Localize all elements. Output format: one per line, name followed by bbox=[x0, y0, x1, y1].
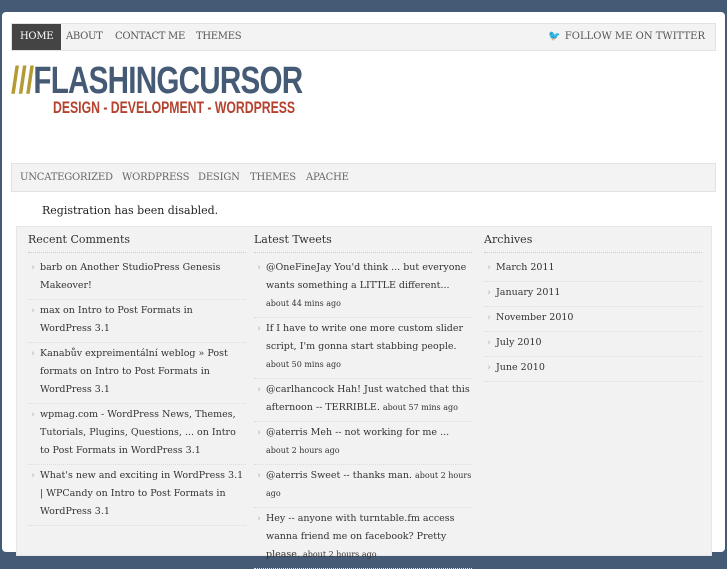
widget-area: Recent Comments barb on Another StudioPr… bbox=[16, 226, 712, 569]
cat-wordpress[interactable]: WORDPRESS bbox=[122, 164, 190, 191]
comment-item[interactable]: barb on Another StudioPress Genesis Make… bbox=[28, 257, 246, 300]
archives-widget: Archives March 2011 January 2011 Novembe… bbox=[484, 227, 702, 382]
widget-title: Archives bbox=[484, 227, 702, 253]
tweet-text: @aterris Meh -- not working for me ... bbox=[266, 427, 450, 438]
site-logo[interactable]: ///FLASHINGCURSOR DESIGN - DEVELOPMENT -… bbox=[11, 60, 385, 117]
archive-item[interactable]: June 2010 bbox=[484, 357, 702, 382]
nav-themes[interactable]: THEMES bbox=[196, 24, 242, 50]
tweet-time[interactable]: about 50 mins ago bbox=[266, 360, 341, 369]
recent-comments-widget: Recent Comments barb on Another StudioPr… bbox=[28, 227, 246, 526]
cat-design[interactable]: DESIGN bbox=[198, 164, 240, 191]
tweet-item[interactable]: Hey -- anyone with turntable.fm access w… bbox=[254, 508, 472, 569]
registration-message: Registration has been disabled. bbox=[42, 204, 219, 217]
tweet-text: @OneFineJay You'd think ... but everyone… bbox=[266, 262, 467, 291]
twitter-label: FOLLOW ME ON TWITTER bbox=[564, 31, 705, 42]
archive-item[interactable]: March 2011 bbox=[484, 257, 702, 282]
nav-home[interactable]: HOME bbox=[12, 24, 62, 50]
logo-slashes: /// bbox=[11, 60, 34, 102]
cat-themes[interactable]: THEMES bbox=[250, 164, 296, 191]
tweet-text: If I have to write one more custom slide… bbox=[266, 323, 464, 352]
tweet-item[interactable]: @OneFineJay You'd think ... but everyone… bbox=[254, 257, 472, 318]
archive-item[interactable]: July 2010 bbox=[484, 332, 702, 357]
top-nav: HOME ABOUT CONTACT ME THEMES 🐦 FOLLOW ME … bbox=[11, 23, 716, 51]
twitter-bird-icon: 🐦 bbox=[548, 31, 561, 42]
tweet-item[interactable]: @aterris Sweet -- thanks man. about 2 ho… bbox=[254, 465, 472, 508]
cat-apache[interactable]: APACHE bbox=[306, 164, 349, 191]
tweet-item[interactable]: @aterris Meh -- not working for me ... a… bbox=[254, 422, 472, 465]
comment-item[interactable]: What's new and exciting in WordPress 3.1… bbox=[28, 465, 246, 526]
category-nav: UNCATEGORIZED WORDPRESS DESIGN THEMES AP… bbox=[11, 163, 716, 192]
archive-item[interactable]: January 2011 bbox=[484, 282, 702, 307]
comment-item[interactable]: max on Intro to Post Formats in WordPres… bbox=[28, 300, 246, 343]
page: HOME ABOUT CONTACT ME THEMES 🐦 FOLLOW ME … bbox=[2, 12, 725, 569]
nav-contact[interactable]: CONTACT ME bbox=[115, 24, 185, 50]
tweet-time[interactable]: about 44 mins ago bbox=[266, 299, 341, 308]
tweet-item[interactable]: @carlhancock Hah! Just watched that this… bbox=[254, 379, 472, 422]
comment-item[interactable]: Kanabův expreimentální weblog » Post for… bbox=[28, 343, 246, 404]
logo-tagline: DESIGN - DEVELOPMENT - WORDPRESS bbox=[53, 98, 296, 117]
nav-about[interactable]: ABOUT bbox=[66, 24, 103, 50]
tweet-text: @aterris Sweet -- thanks man. bbox=[266, 470, 412, 481]
widget-title: Latest Tweets bbox=[254, 227, 472, 253]
follow-twitter-link[interactable]: 🐦 FOLLOW ME ON TWITTER bbox=[548, 24, 705, 50]
tweet-item[interactable]: If I have to write one more custom slide… bbox=[254, 318, 472, 379]
latest-tweets-widget: Latest Tweets @OneFineJay You'd think ..… bbox=[254, 227, 472, 569]
cat-uncategorized[interactable]: UNCATEGORIZED bbox=[20, 164, 113, 191]
comment-item[interactable]: wpmag.com - WordPress News, Themes, Tuto… bbox=[28, 404, 246, 465]
tweet-time[interactable]: about 57 mins ago bbox=[383, 403, 458, 412]
tweet-time[interactable]: about 2 hours ago bbox=[303, 550, 377, 559]
archive-item[interactable]: November 2010 bbox=[484, 307, 702, 332]
logo-name: FLASHINGCURSOR bbox=[33, 60, 303, 102]
widget-title: Recent Comments bbox=[28, 227, 246, 253]
tweet-time[interactable]: about 2 hours ago bbox=[266, 446, 340, 455]
